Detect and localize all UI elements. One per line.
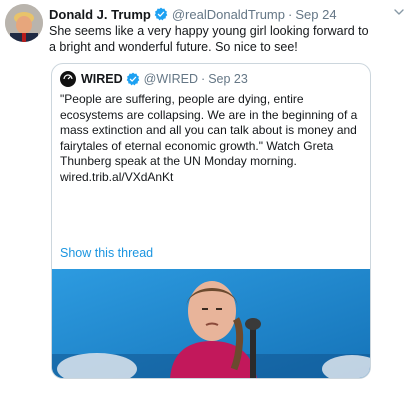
separator-dot: · bbox=[288, 6, 293, 22]
author-handle[interactable]: @realDonaldTrump bbox=[172, 7, 285, 22]
quoted-author-name[interactable]: WIRED bbox=[81, 72, 123, 86]
timeline-gap bbox=[0, 380, 418, 401]
author-name[interactable]: Donald J. Trump bbox=[49, 7, 151, 22]
quoted-author-handle[interactable]: @WIRED bbox=[144, 72, 198, 86]
separator-dot: · bbox=[201, 72, 206, 86]
chevron-down-icon[interactable] bbox=[392, 5, 406, 19]
show-thread-link[interactable]: Show this thread bbox=[60, 246, 153, 260]
quoted-author-avatar[interactable] bbox=[60, 71, 76, 87]
author-avatar[interactable] bbox=[5, 4, 43, 42]
quoted-timestamp[interactable]: Sep 23 bbox=[208, 72, 248, 86]
tweet-header: Donald J. Trump @realDonaldTrump · Sep 2… bbox=[49, 5, 337, 23]
quoted-tweet-header: WIRED @WIRED · Sep 23 bbox=[60, 70, 248, 88]
quoted-tweet[interactable]: WIRED @WIRED · Sep 23 "People are suffer… bbox=[51, 63, 371, 379]
tweet[interactable]: Donald J. Trump @realDonaldTrump · Sep 2… bbox=[0, 0, 418, 401]
tweet-text: She seems like a very happy young girl l… bbox=[49, 24, 369, 54]
quoted-tweet-text: "People are suffering, people are dying,… bbox=[60, 92, 358, 184]
verified-badge-icon bbox=[126, 72, 140, 86]
quoted-tweet-image[interactable] bbox=[52, 269, 370, 378]
tweet-timestamp[interactable]: Sep 24 bbox=[295, 7, 336, 22]
verified-badge-icon bbox=[154, 7, 168, 21]
